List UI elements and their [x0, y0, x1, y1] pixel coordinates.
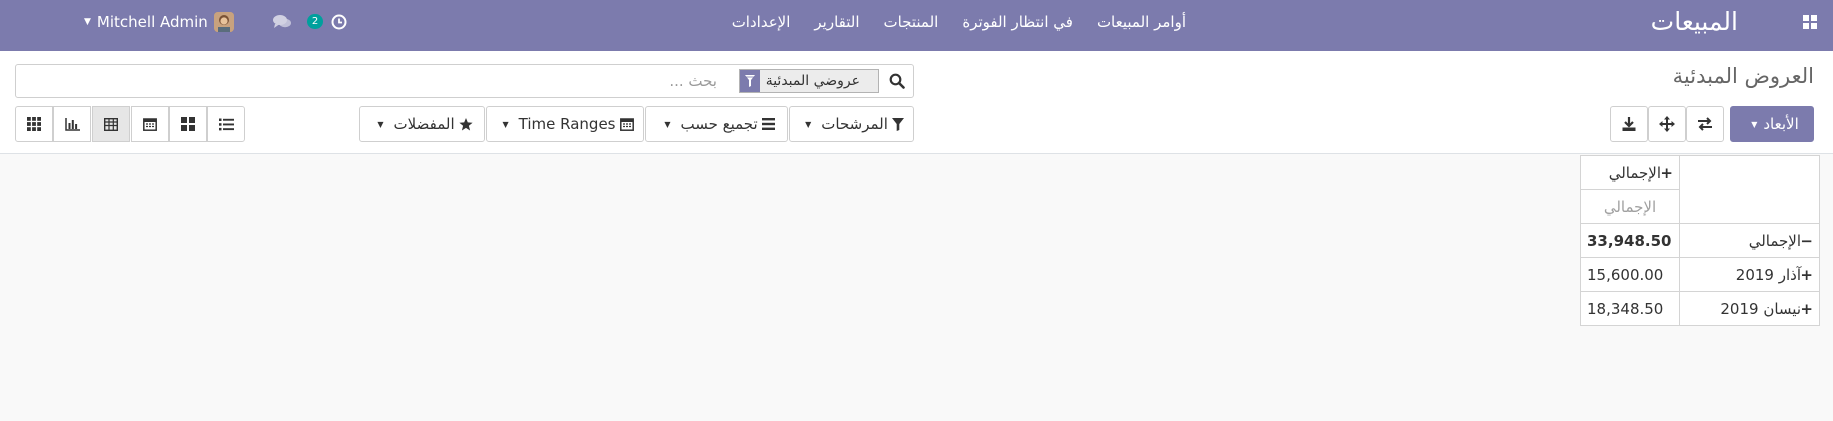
download-button[interactable] — [1610, 106, 1648, 142]
calendar-icon — [619, 117, 634, 131]
pivot-cell[interactable]: 15,600.00 — [1580, 257, 1680, 292]
pivot-measure-header[interactable]: الإجمالي — [1580, 189, 1680, 224]
exchange-icon — [1697, 117, 1713, 131]
page-title: العروض المبدئية — [1672, 64, 1814, 88]
app-brand[interactable]: المبيعات — [1651, 0, 1738, 43]
top-menu: أوامر المبيعات في انتظار الفوترة المنتجا… — [720, 0, 1198, 43]
search-bar[interactable]: عروضي المبدئية — [15, 64, 914, 98]
menu-item-configuration[interactable]: الإعدادات — [720, 13, 803, 31]
top-navbar: المبيعات أوامر المبيعات في انتظار الفوتر… — [0, 0, 1833, 51]
user-menu[interactable]: ▼ Mitchell Admin — [84, 0, 234, 43]
grid-icon — [27, 117, 41, 131]
chevron-down-icon: ▼ — [805, 119, 812, 129]
filters-dropdown[interactable]: ▼ المرشحات — [789, 106, 914, 142]
measures-button[interactable]: ▼ الأبعاد — [1730, 106, 1814, 142]
measures-label: الأبعاد — [1763, 115, 1799, 133]
pivot-row-label: نيسان 2019 — [1720, 299, 1801, 318]
plus-icon: + — [1800, 299, 1813, 318]
download-icon — [1621, 116, 1637, 132]
search-facet[interactable]: عروضي المبدئية — [738, 69, 879, 93]
calendar-icon — [143, 117, 157, 131]
group-by-label: تجميع حسب — [680, 115, 758, 133]
pivot-row-header[interactable]: +نيسان 2019 — [1679, 291, 1820, 326]
favorites-dropdown[interactable]: ▼ المفضلات — [359, 106, 485, 142]
kanban-view-button[interactable] — [169, 106, 207, 142]
activity-clock-icon[interactable] — [331, 0, 347, 43]
pivot-cell[interactable]: 33,948.50 — [1580, 223, 1680, 258]
menu-item-products[interactable]: المنتجات — [872, 13, 951, 31]
bar-chart-icon — [64, 117, 80, 131]
filter-icon — [739, 70, 760, 92]
plus-icon: + — [1660, 163, 1673, 182]
chevron-down-icon: ▼ — [377, 119, 384, 129]
time-ranges-dropdown[interactable]: ▼ Time Ranges — [486, 106, 644, 142]
filters-label: المرشحات — [821, 115, 888, 133]
search-input[interactable] — [119, 71, 719, 91]
menu-item-to-invoice[interactable]: في انتظار الفوترة — [950, 13, 1085, 31]
pivot-row-header[interactable]: +آذار 2019 — [1679, 257, 1820, 292]
user-name: Mitchell Admin — [96, 12, 208, 31]
group-by-dropdown[interactable]: ▼ تجميع حسب — [645, 106, 788, 142]
chevron-down-icon: ▼ — [664, 119, 671, 129]
favorites-label: المفضلات — [393, 115, 455, 133]
menu-item-reporting[interactable]: التقارير — [802, 13, 871, 31]
minus-icon: − — [1800, 231, 1813, 250]
pivot-view-button[interactable] — [92, 106, 130, 142]
control-panel: العروض المبدئية عروضي المبدئية — [0, 51, 1833, 154]
pivot-row-label: الإجمالي — [1748, 231, 1801, 250]
star-icon — [459, 117, 473, 131]
bars-icon — [761, 118, 775, 130]
chevron-down-icon: ▼ — [502, 119, 509, 129]
search-facet-label: عروضي المبدئية — [765, 73, 860, 89]
search-icon[interactable] — [881, 65, 913, 97]
table-icon — [104, 117, 118, 131]
funnel-icon — [891, 117, 904, 131]
graph-view-button[interactable] — [53, 106, 91, 142]
time-ranges-label: Time Ranges — [518, 115, 616, 133]
arrows-icon — [1659, 116, 1675, 132]
activity-count-badge: 2 — [307, 14, 323, 29]
pivot-col-header[interactable]: +الإجمالي — [1580, 155, 1680, 190]
plus-icon: + — [1800, 265, 1813, 284]
pivot-col-header-label: الإجمالي — [1608, 163, 1661, 182]
chevron-down-icon: ▼ — [1751, 119, 1758, 129]
apps-menu-icon[interactable] — [1799, 0, 1821, 43]
pivot-cell[interactable]: 18,348.50 — [1580, 291, 1680, 326]
pivot-row-label: آذار 2019 — [1735, 265, 1801, 284]
pivot-row-header-total[interactable]: −الإجمالي — [1679, 223, 1820, 258]
avatar — [213, 11, 234, 32]
menu-item-sales-orders[interactable]: أوامر المبيعات — [1085, 13, 1198, 31]
chat-icon[interactable] — [272, 0, 292, 43]
calendar-view-button[interactable] — [131, 106, 169, 142]
flip-axis-button[interactable] — [1686, 106, 1724, 142]
pivot-corner — [1679, 155, 1820, 224]
expand-all-button[interactable] — [1648, 106, 1686, 142]
list-view-button[interactable] — [207, 106, 245, 142]
activity-badge-wrap[interactable]: 2 — [307, 0, 323, 43]
chevron-down-icon: ▼ — [84, 16, 91, 27]
kanban-icon — [181, 117, 195, 131]
pivot-table: +الإجمالي الإجمالي −الإجمالي 33,948.50 +… — [1580, 155, 1820, 326]
list-icon — [218, 118, 234, 131]
dashboard-view-button[interactable] — [15, 106, 53, 142]
